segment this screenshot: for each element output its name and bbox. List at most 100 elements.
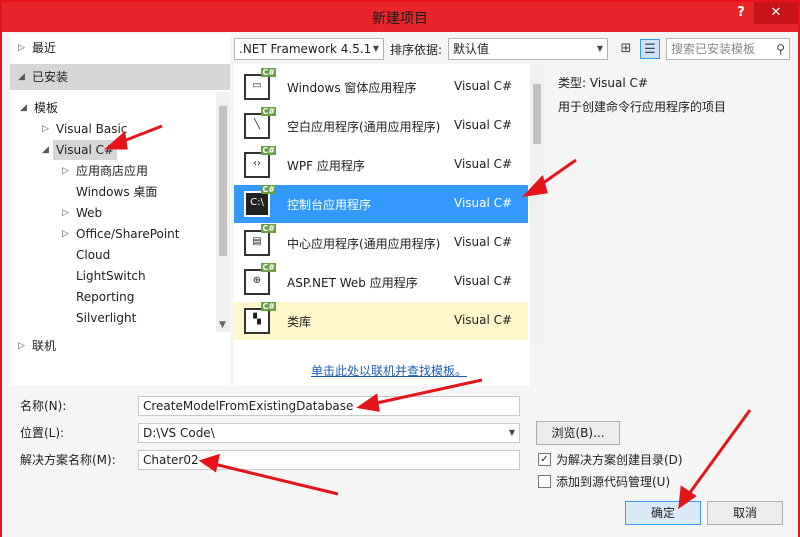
template-item[interactable]: C# ▚ 类库 Visual C# (234, 302, 528, 340)
tree-item-label: Visual C# (53, 140, 118, 160)
template-search-input[interactable]: 搜索已安装模板 ⚲ (666, 38, 790, 60)
template-name: 空白应用程序(通用应用程序) (287, 120, 441, 134)
grid-view-icon[interactable]: ⊞ (616, 39, 636, 59)
type-value: Visual C# (589, 76, 648, 90)
expand-arrow-icon[interactable]: ▷ (62, 203, 69, 223)
solution-name-value: Chater02 (143, 453, 199, 467)
tree-item-label: Web (76, 206, 103, 220)
tree-item-label: Windows 桌面 (76, 185, 158, 199)
tree-item-cloud[interactable]: Cloud (76, 245, 110, 265)
online-label: 联机 (32, 339, 57, 353)
template-name: Windows 窗体应用程序 (287, 81, 417, 95)
template-list-scrollbar[interactable] (530, 64, 544, 344)
console-icon: C# C:\ (244, 185, 276, 217)
template-language: Visual C# (454, 118, 513, 132)
project-name-field[interactable]: CreateModelFromExistingDatabase (138, 396, 520, 416)
template-name: 中心应用程序(通用应用程序) (287, 237, 441, 251)
collapse-arrow-icon[interactable]: ◢ (18, 64, 25, 90)
template-item[interactable]: C# ▤ 中心应用程序(通用应用程序) Visual C# (234, 224, 528, 262)
chevron-down-icon: ▼ (596, 44, 603, 53)
chevron-down-icon[interactable]: ▼ (509, 424, 515, 442)
template-language: Visual C# (454, 196, 513, 210)
expand-arrow-icon[interactable]: ▷ (42, 119, 49, 139)
template-item-selected[interactable]: C# C:\ 控制台应用程序 Visual C# (234, 185, 528, 223)
wpf-icon: C# ‹› (244, 146, 276, 178)
project-name-value: CreateModelFromExistingDatabase (143, 399, 354, 413)
title-bar: 新建项目 ? ✕ (2, 2, 798, 32)
tree-item-windows-desktop[interactable]: Windows 桌面 (76, 182, 157, 202)
tree-item-label: LightSwitch (76, 269, 146, 283)
collapse-arrow-icon[interactable]: ◢ (42, 140, 49, 160)
online-section[interactable]: ▷ 联机 (10, 334, 230, 358)
expand-arrow-icon[interactable]: ▷ (62, 161, 69, 181)
template-item[interactable]: C# ▭ Windows 窗体应用程序 Visual C# (234, 68, 528, 106)
template-item[interactable]: C# ‹› WPF 应用程序 Visual C# (234, 146, 528, 184)
checkbox-checked-icon[interactable]: ✓ (538, 453, 551, 466)
class-library-icon: C# ▚ (244, 302, 276, 334)
location-label: 位置(L): (20, 426, 65, 440)
template-toolbar: .NET Framework 4.5.1 ▼ 排序依据: 默认值 ▼ ⊞ ☰ 搜… (234, 38, 794, 62)
sort-value: 默认值 (453, 42, 490, 56)
tree-item-silverlight[interactable]: Silverlight (76, 308, 136, 328)
blank-app-icon: C# ╲ (244, 107, 276, 139)
collapse-arrow-icon[interactable]: ◢ (20, 98, 27, 118)
cancel-button[interactable]: 取消 (707, 501, 783, 525)
tree-scrollbar[interactable]: ▼ (216, 92, 230, 332)
tree-item-label: 模板 (34, 101, 59, 115)
solution-name-label: 解决方案名称(M): (20, 453, 116, 467)
recent-section[interactable]: ▷ 最近 (10, 36, 230, 60)
scrollbar-thumb[interactable] (533, 84, 541, 144)
recent-label: 最近 (32, 41, 57, 55)
template-language: Visual C# (454, 79, 513, 93)
name-label: 名称(N): (20, 399, 67, 413)
scroll-down-icon[interactable]: ▼ (219, 320, 226, 330)
checkbox-unchecked-icon[interactable] (538, 475, 551, 488)
search-icon[interactable]: ⚲ (776, 39, 785, 59)
template-item[interactable]: C# ⊕ ASP.NET Web 应用程序 Visual C# (234, 263, 528, 301)
window-icon: C# ▭ (244, 68, 276, 100)
tree-item-label: Office/SharePoint (76, 227, 180, 241)
solution-name-field[interactable]: Chater02 (138, 450, 520, 470)
installed-section[interactable]: ◢ 已安装 (10, 64, 230, 90)
hub-app-icon: C# ▤ (244, 224, 276, 256)
template-language: Visual C# (454, 157, 513, 171)
browse-button[interactable]: 浏览(B)... (536, 421, 620, 445)
sort-select[interactable]: 默认值 ▼ (448, 38, 608, 60)
template-name: WPF 应用程序 (287, 159, 365, 173)
close-button[interactable]: ✕ (754, 2, 798, 24)
template-list: C# ▭ Windows 窗体应用程序 Visual C# C# ╲ 空白应用程序(… (234, 64, 544, 386)
expand-arrow-icon[interactable]: ▷ (18, 36, 25, 60)
online-templates-link[interactable]: 单击此处以联机并查找模板。 (311, 362, 467, 379)
installed-label: 已安装 (32, 70, 69, 84)
tree-item-lightswitch[interactable]: LightSwitch (76, 266, 146, 286)
chevron-down-icon: ▼ (372, 44, 379, 53)
tree-item-label: Reporting (76, 290, 135, 304)
template-language: Visual C# (454, 313, 513, 327)
sort-label: 排序依据: (390, 43, 443, 57)
dialog-title: 新建项目 (372, 11, 428, 27)
tree-item-label: 应用商店应用 (76, 164, 149, 178)
search-placeholder: 搜索已安装模板 (671, 42, 756, 56)
ok-button[interactable]: 确定 (625, 501, 701, 525)
expand-arrow-icon[interactable]: ▷ (62, 224, 69, 244)
scrollbar-thumb[interactable] (219, 106, 227, 256)
list-view-icon[interactable]: ☰ (640, 39, 660, 59)
help-button[interactable]: ? (724, 2, 758, 24)
template-name: 类库 (287, 315, 312, 329)
type-label: 类型: (558, 76, 587, 90)
project-settings-form: 名称(N): CreateModelFromExistingDatabase 位… (2, 392, 798, 537)
tree-item-label: Silverlight (76, 311, 137, 325)
location-field[interactable]: D:\VS Code\ ▼ (138, 423, 520, 443)
tree-item-reporting[interactable]: Reporting (76, 287, 134, 307)
expand-arrow-icon[interactable]: ▷ (18, 334, 25, 358)
framework-select[interactable]: .NET Framework 4.5.1 ▼ (234, 38, 384, 60)
new-project-dialog: 新建项目 ? ✕ ▷ 最近 ◢ 已安装 ◢ 模板 ▷ Visual Basic … (0, 0, 800, 537)
template-detail-pane: 类型: Visual C# 用于创建命令行应用程序的项目 (546, 64, 794, 386)
template-language: Visual C# (454, 274, 513, 288)
create-directory-label: 为解决方案创建目录(D) (556, 453, 683, 467)
template-language: Visual C# (454, 235, 513, 249)
template-category-pane: ▷ 最近 ◢ 已安装 ◢ 模板 ▷ Visual Basic ◢ Visual … (10, 34, 230, 386)
template-item[interactable]: C# ╲ 空白应用程序(通用应用程序) Visual C# (234, 107, 528, 145)
framework-value: .NET Framework 4.5.1 (239, 42, 372, 56)
template-name: ASP.NET Web 应用程序 (287, 276, 418, 290)
